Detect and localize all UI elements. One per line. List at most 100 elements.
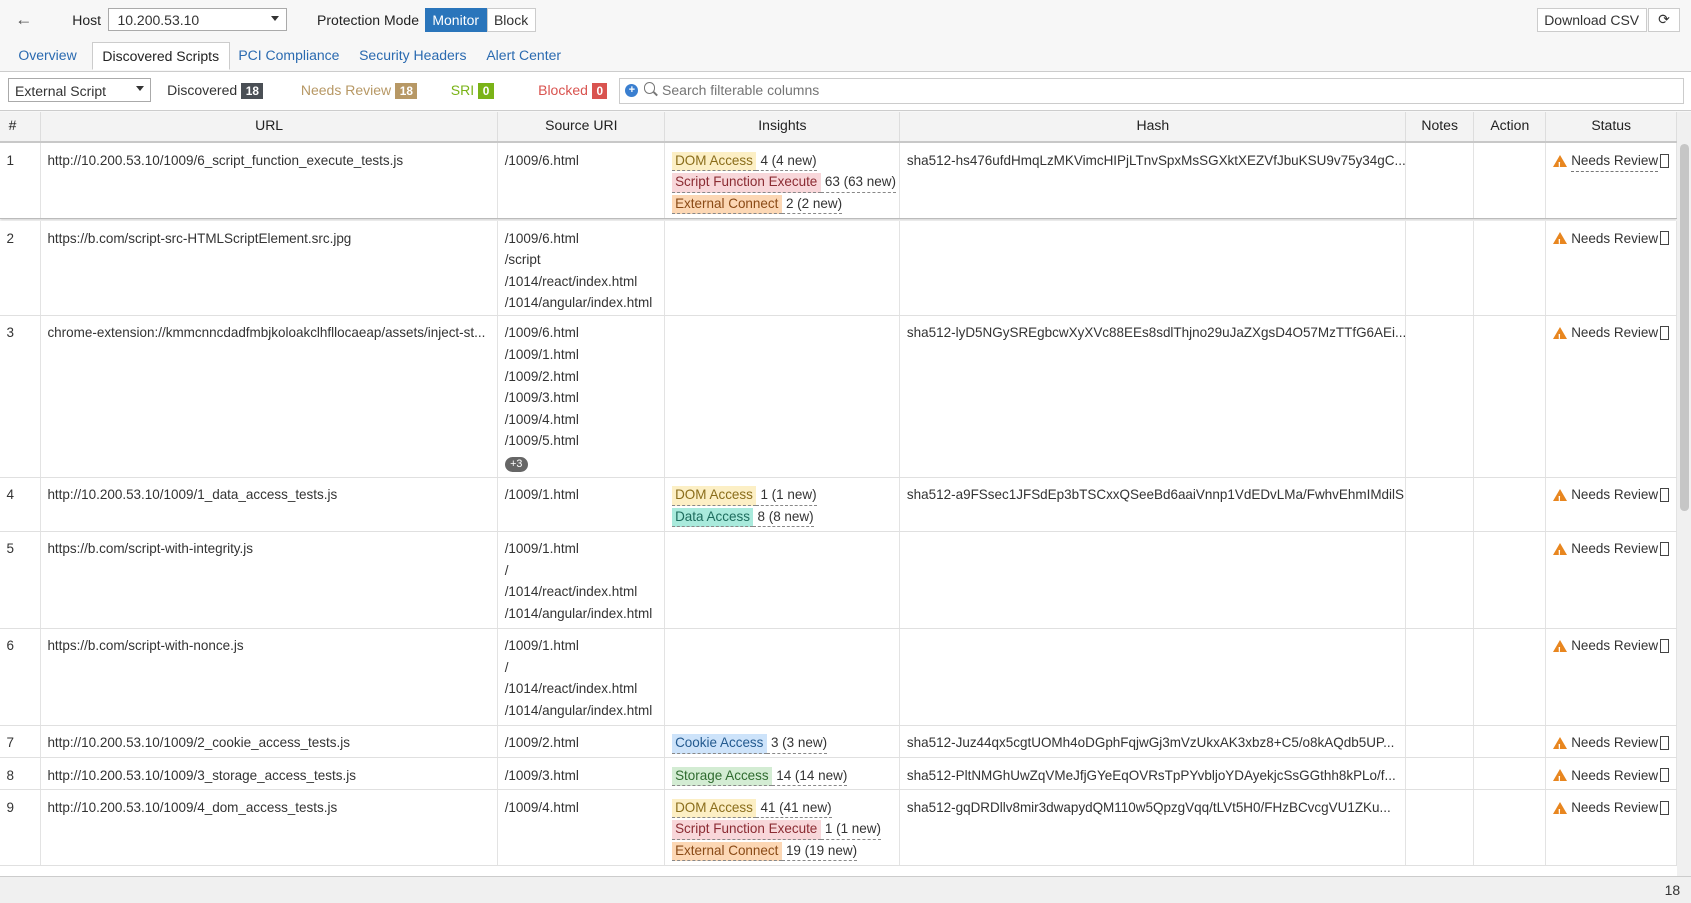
source-uri-item[interactable]: /1014/angular/index.html (505, 700, 658, 722)
status-badge[interactable]: Needs Review (1552, 538, 1670, 566)
source-uri-item[interactable]: / (505, 560, 658, 582)
tab-security-headers[interactable]: Security Headers (359, 47, 466, 63)
table-row[interactable]: 8 http://10.200.53.10/1009/3_storage_acce… (0, 758, 1677, 791)
source-uri-item[interactable]: /1009/6.html (505, 228, 658, 250)
insight-item[interactable]: External Connect 2 (2 new) (671, 193, 893, 215)
filter-discovered[interactable]: Discovered 18 (167, 82, 264, 100)
insight-item[interactable]: Script Function Execute 1 (1 new) (671, 818, 893, 840)
status-badge[interactable]: Needs Review (1552, 228, 1670, 255)
table-row[interactable]: 1 http://10.200.53.10/1009/6_script_funct… (0, 143, 1677, 219)
document-icon[interactable] (1660, 768, 1670, 783)
column-header-url[interactable]: URL (41, 112, 499, 142)
arrow-left-icon[interactable]: ← (15, 9, 32, 30)
table-row[interactable]: 6 https://b.com/script-with-nonce.js/1009… (0, 628, 1677, 726)
source-uri-item[interactable]: /1009/1.html (505, 344, 658, 366)
source-uri-item[interactable]: /1014/angular/index.html (505, 603, 658, 625)
tab-discovered-scripts[interactable]: Discovered Scripts (91, 42, 230, 71)
source-uri-item[interactable]: /1014/angular/index.html (505, 292, 658, 314)
status-badge[interactable]: Needs Review (1552, 484, 1670, 512)
insight-item[interactable]: DOM Access 4 (4 new) (671, 150, 893, 172)
row-number: 1 (6, 152, 14, 168)
script-url[interactable]: http://10.200.53.10/1009/4_dom_access_te… (47, 800, 337, 815)
document-icon[interactable] (1660, 154, 1670, 169)
source-uri-item[interactable]: /1014/react/index.html (505, 271, 658, 293)
script-url[interactable]: http://10.200.53.10/1009/1_data_access_t… (47, 487, 337, 502)
cell-action (1474, 531, 1547, 628)
source-uri-item[interactable]: /1009/3.html (505, 387, 658, 409)
vertical-scrollbar[interactable] (1676, 112, 1691, 876)
source-uri-item[interactable]: /1009/1.html (505, 635, 658, 657)
scrollbar-thumb[interactable] (1680, 144, 1689, 512)
table-row[interactable]: 5 https://b.com/script-with-integrity.js /… (0, 531, 1677, 629)
table-row[interactable]: 9 http://10.200.53.10/1009/4_dom_access_t… (0, 790, 1677, 866)
column-header-action[interactable]: Action (1474, 112, 1547, 142)
script-type-select[interactable]: External Script (7, 77, 151, 103)
refresh-button[interactable]: ⟳ (1647, 7, 1681, 33)
insight-item[interactable]: Storage Access 14 (14 new) (671, 765, 893, 787)
column-header-source-uri[interactable]: Source URI (498, 112, 666, 142)
more-sources-badge[interactable]: +3 (504, 456, 528, 472)
table-row[interactable]: 7 http://10.200.53.10/1009/2_cookie_acces… (0, 725, 1677, 759)
download-csv-button[interactable]: Download CSV (1536, 7, 1647, 33)
source-uri-item[interactable]: /1009/3.html (505, 765, 658, 787)
tab-pci-compliance[interactable]: PCI Compliance (238, 47, 339, 63)
column-header-num[interactable]: # (0, 112, 41, 142)
document-icon[interactable] (1660, 326, 1670, 341)
source-uri-item[interactable]: /1009/4.html (505, 409, 658, 431)
document-icon[interactable] (1660, 736, 1670, 750)
tab-overview[interactable]: Overview (18, 47, 76, 63)
source-uri-item[interactable]: /1009/1.html (505, 538, 658, 560)
filter-blocked[interactable]: Blocked 0 (538, 82, 608, 100)
column-header-insights[interactable]: Insights (665, 112, 901, 142)
filter-sri[interactable]: SRI 0 (451, 82, 494, 100)
source-uri-item[interactable]: / (505, 657, 658, 679)
status-badge[interactable]: Needs Review (1552, 797, 1670, 825)
source-uri-item[interactable]: /1014/react/index.html (505, 678, 658, 700)
script-url[interactable]: https://b.com/script-with-nonce.js (47, 638, 243, 653)
script-url[interactable]: http://10.200.53.10/1009/3_storage_acces… (47, 768, 356, 783)
block-button[interactable]: Block (486, 7, 536, 33)
filter-needs-review[interactable]: Needs Review 18 (301, 82, 418, 100)
insight-item[interactable]: DOM Access 1 (1 new) (671, 484, 893, 506)
status-badge[interactable]: Needs Review (1552, 732, 1670, 757)
monitor-button[interactable]: Monitor (424, 7, 487, 33)
insight-item[interactable]: DOM Access 41 (41 new) (671, 797, 893, 819)
status-badge[interactable]: Needs Review (1552, 765, 1670, 789)
column-header-status[interactable]: Status (1546, 112, 1677, 142)
document-icon[interactable] (1660, 800, 1670, 815)
table-row[interactable]: 4 http://10.200.53.10/1009/1_data_access_… (0, 477, 1677, 532)
source-uri-item[interactable]: /1009/5.html (505, 430, 658, 452)
tab-alert-center[interactable]: Alert Center (486, 47, 561, 63)
add-filter-icon[interactable]: + (625, 84, 639, 97)
source-uri-item[interactable]: /1009/4.html (505, 797, 658, 819)
source-uri-item[interactable]: /1009/2.html (505, 366, 658, 388)
document-icon[interactable] (1660, 231, 1670, 246)
search-input[interactable] (659, 80, 1635, 99)
script-url[interactable]: https://b.com/script-src-HTMLScriptEleme… (47, 231, 351, 246)
status-badge[interactable]: Needs Review (1552, 322, 1670, 350)
document-icon[interactable] (1660, 541, 1670, 556)
status-badge[interactable]: Needs Review (1552, 150, 1670, 178)
insight-item[interactable]: Script Function Execute 63 (63 new) (671, 171, 896, 193)
table-row[interactable]: 2 https://b.com/script-src-HTMLScriptElem… (0, 221, 1677, 316)
host-select[interactable]: 10.200.53.10 (107, 7, 287, 32)
source-uri-item[interactable]: /1014/react/index.html (505, 581, 658, 603)
insight-item[interactable]: External Connect 19 (19 new) (671, 840, 893, 862)
insight-item[interactable]: Data Access 8 (8 new) (671, 506, 893, 528)
document-icon[interactable] (1660, 639, 1670, 653)
column-header-notes[interactable]: Notes (1406, 112, 1475, 142)
source-uri-item[interactable]: /1009/6.html (505, 322, 658, 344)
status-badge[interactable]: Needs Review (1552, 635, 1670, 663)
source-uri-item[interactable]: /1009/2.html (505, 732, 658, 754)
script-url[interactable]: http://10.200.53.10/1009/2_cookie_access… (47, 735, 350, 750)
script-url[interactable]: http://10.200.53.10/1009/6_script_functi… (47, 153, 403, 168)
source-uri-item[interactable]: /1009/1.html (505, 484, 658, 506)
script-url[interactable]: chrome-extension://kmmcnncdadfmbjkoloakc… (47, 325, 485, 340)
insight-item[interactable]: Cookie Access 3 (3 new) (671, 732, 893, 754)
source-uri-item[interactable]: /script (505, 249, 658, 271)
table-row[interactable]: 3 chrome-extension://kmmcnncdadfmbjkoloak… (0, 315, 1677, 478)
document-icon[interactable] (1660, 488, 1670, 502)
column-header-hash[interactable]: Hash (900, 112, 1407, 142)
script-url[interactable]: https://b.com/script-with-integrity.js (47, 541, 253, 556)
source-uri-item[interactable]: /1009/6.html (505, 150, 658, 172)
